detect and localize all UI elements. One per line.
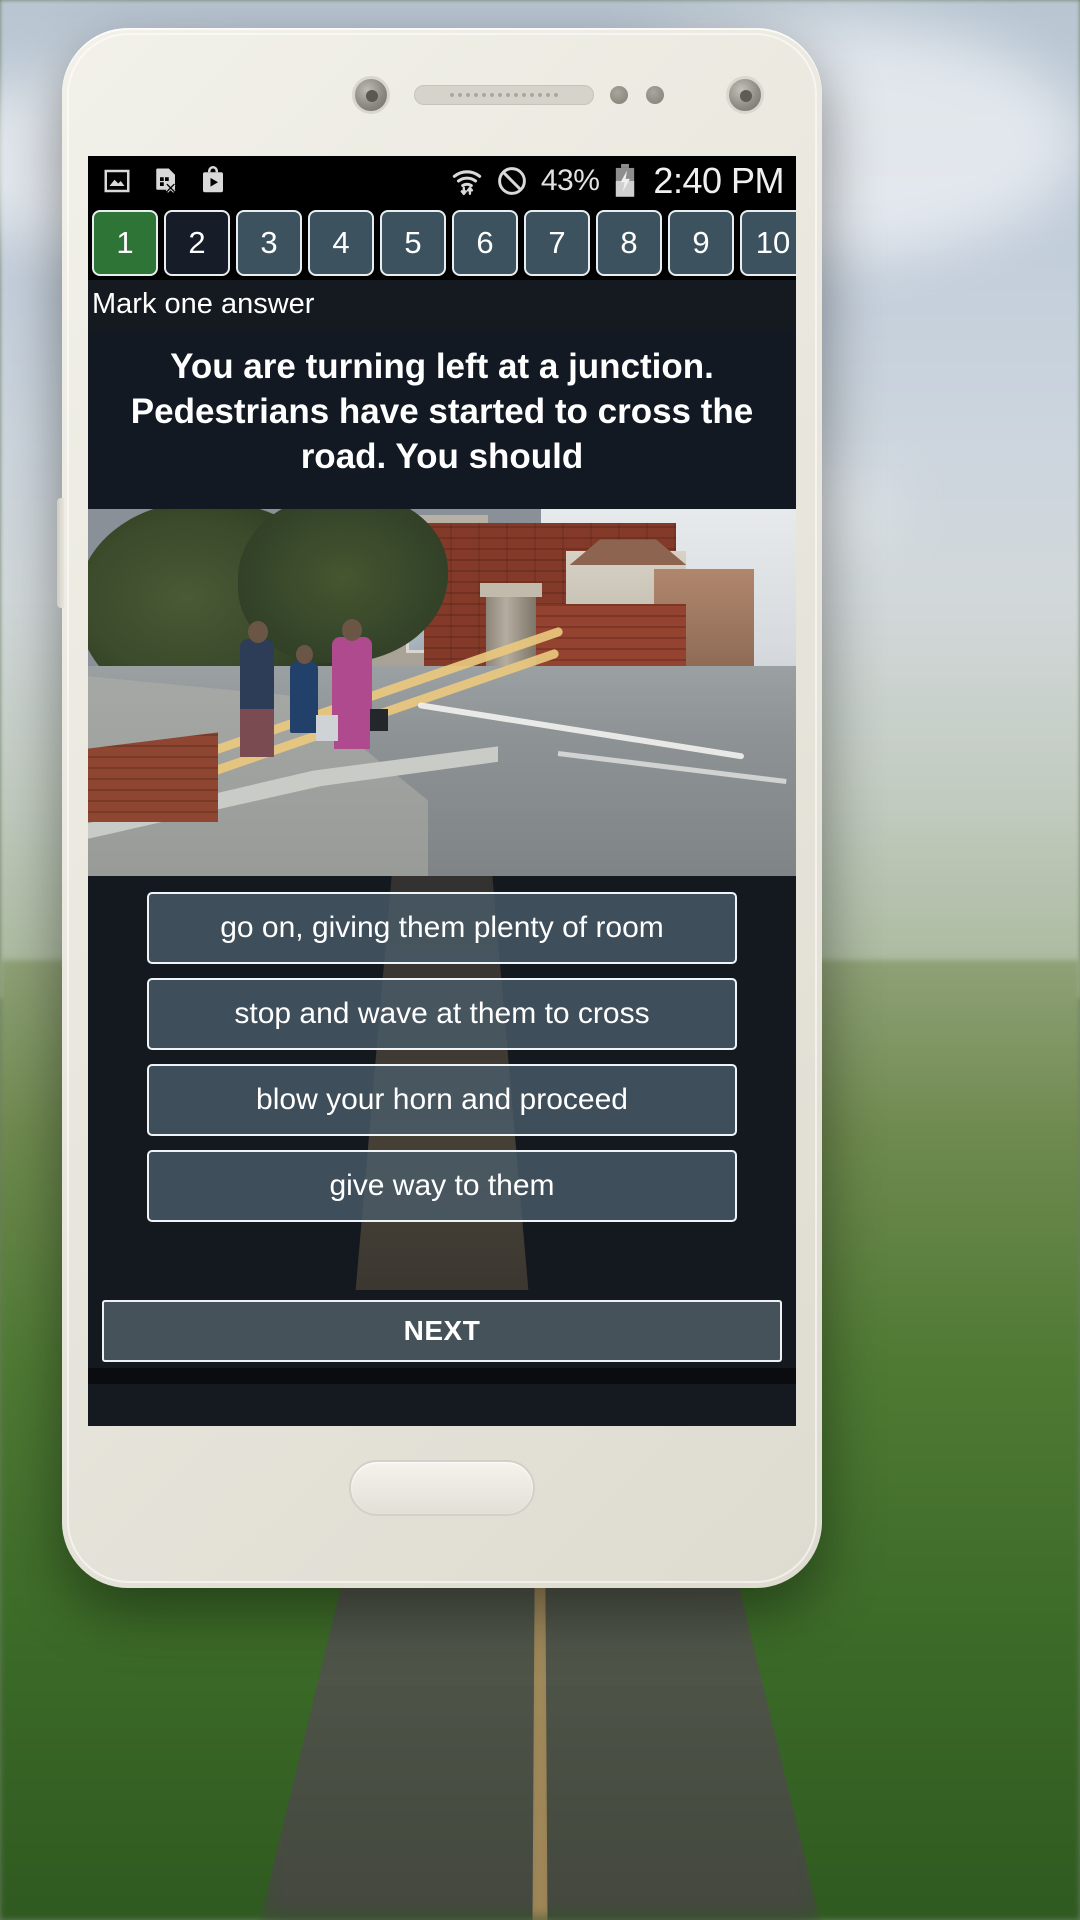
image-pillar-cap [480, 583, 542, 598]
question-tab-4[interactable]: 4 [308, 210, 374, 276]
battery-percentage: 43% [540, 164, 600, 197]
question-tab-3[interactable]: 3 [236, 210, 302, 276]
question-tab-5[interactable]: 5 [380, 210, 446, 276]
answer-option-2[interactable]: stop and wave at them to cross [147, 978, 737, 1051]
question-text-container: You are turning left at a junction. Pede… [88, 331, 796, 510]
answer-option-1[interactable]: go on, giving them plenty of room [147, 892, 737, 965]
question-tab-7[interactable]: 7 [524, 210, 590, 276]
play-store-icon [203, 166, 223, 193]
phone-device: 43% 2:40 PM 1 2 3 4 5 6 7 8 9 10 Mark on… [57, 28, 822, 1588]
question-tab-9[interactable]: 9 [668, 210, 734, 276]
do-not-disturb-icon [498, 167, 526, 195]
proximity-sensor-icon [610, 86, 628, 104]
status-bar-left-icons [102, 166, 228, 196]
status-bar-right-icons: 43% 2:40 PM [451, 160, 784, 202]
image-pedestrian-child [290, 661, 318, 734]
answers-spacer [88, 1236, 796, 1290]
sim-card-error-icon [156, 168, 176, 193]
footer-bar: NEXT [88, 1290, 796, 1369]
image-handbag [370, 709, 388, 732]
light-sensor-icon [646, 86, 664, 104]
status-bar-clock: 2:40 PM [653, 160, 784, 201]
earpiece-speaker [414, 85, 594, 105]
question-image [88, 509, 796, 877]
phone-screen: 43% 2:40 PM 1 2 3 4 5 6 7 8 9 10 Mark on… [88, 156, 796, 1426]
wifi-data-transfer-icon [452, 170, 482, 195]
battery-charging-icon [616, 164, 635, 197]
image-shopping-bag [316, 715, 338, 742]
answer-option-4[interactable]: give way to them [147, 1150, 737, 1223]
phone-top-hardware [62, 28, 822, 156]
image-pedestrian-skirt [240, 709, 274, 758]
secondary-camera-icon [726, 76, 764, 114]
home-button[interactable] [349, 1460, 535, 1516]
navigation-bar [88, 1368, 796, 1385]
answer-option-3[interactable]: blow your horn and proceed [147, 1064, 737, 1137]
question-tab-8[interactable]: 8 [596, 210, 662, 276]
question-text: You are turning left at a junction. Pede… [130, 347, 754, 476]
status-bar: 43% 2:40 PM [88, 156, 796, 206]
image-pedestrian-coat [334, 705, 370, 750]
question-tab-10[interactable]: 10 [740, 210, 796, 276]
mark-one-answer-label: Mark one answer [88, 280, 796, 331]
front-camera-icon [352, 76, 390, 114]
question-tab-strip[interactable]: 1 2 3 4 5 6 7 8 9 10 [88, 206, 796, 280]
question-tab-6[interactable]: 6 [452, 210, 518, 276]
next-button[interactable]: NEXT [102, 1300, 782, 1363]
question-tab-1[interactable]: 1 [92, 210, 158, 276]
volume-button[interactable] [57, 498, 64, 608]
image-icon [104, 169, 130, 193]
answer-options-list: go on, giving them plenty of room stop a… [88, 876, 796, 1291]
question-tab-2[interactable]: 2 [164, 210, 230, 276]
